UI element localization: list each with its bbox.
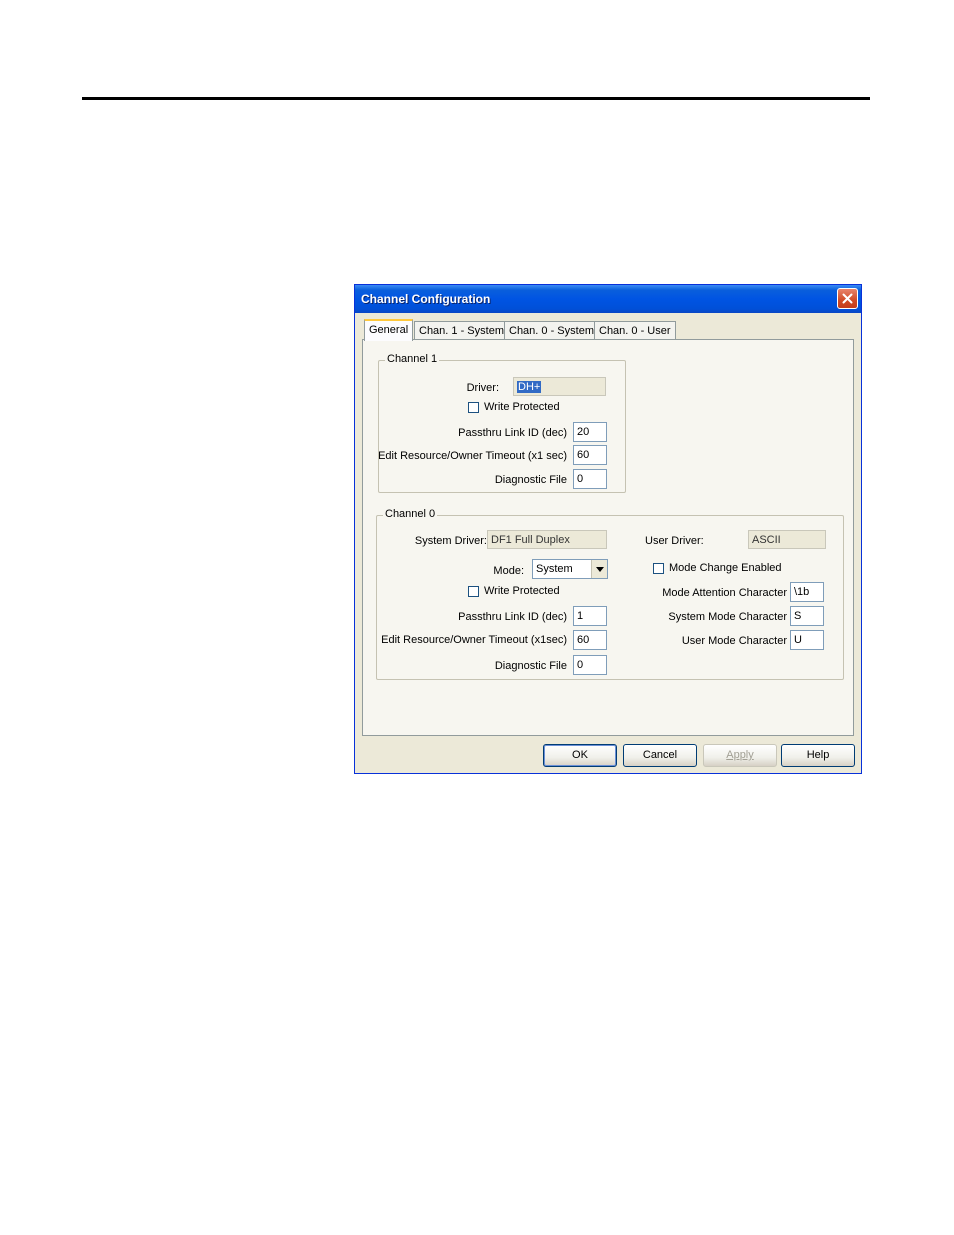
- channel1-driver-field: DH+: [513, 377, 606, 396]
- mode-attention-label: Mode Attention Character: [662, 587, 787, 599]
- tab-chan0-system[interactable]: Chan. 0 - System: [504, 321, 599, 340]
- dialog-title: Channel Configuration: [361, 292, 491, 306]
- channel0-passthru-label: Passthru Link ID (dec): [458, 611, 567, 623]
- channel0-passthru-input[interactable]: 1: [573, 606, 607, 626]
- channel1-diagnostic-label: Diagnostic File: [494, 474, 567, 486]
- channel1-timeout-input[interactable]: 60: [573, 445, 607, 465]
- channel0-timeout-input[interactable]: 60: [573, 630, 607, 650]
- tab-general[interactable]: General: [364, 319, 414, 341]
- channel1-passthru-label: Passthru Link ID (dec): [458, 427, 567, 439]
- system-driver-field: DF1 Full Duplex: [487, 530, 607, 549]
- channel0-diagnostic-label: Diagnostic File: [494, 660, 567, 672]
- channel1-write-protected-checkbox[interactable]: [468, 402, 479, 413]
- chevron-down-icon: [595, 566, 604, 572]
- cancel-button[interactable]: Cancel: [623, 744, 697, 767]
- channel1-passthru-input[interactable]: 20: [573, 422, 607, 442]
- user-driver-field: ASCII: [748, 530, 826, 549]
- channel0-write-protected-label: Write Protected: [484, 585, 560, 597]
- channel0-timeout-label: Edit Resource/Owner Timeout (x1sec): [381, 634, 567, 646]
- system-mode-character-input[interactable]: S: [790, 606, 824, 626]
- system-mode-character-label: System Mode Character: [668, 611, 787, 623]
- close-button[interactable]: [837, 288, 858, 309]
- channel1-timeout-label: Edit Resource/Owner Timeout (x1 sec): [378, 450, 567, 462]
- title-bar[interactable]: Channel Configuration: [355, 285, 861, 313]
- channel1-driver-value: DH+: [517, 381, 542, 393]
- user-mode-character-input[interactable]: U: [790, 630, 824, 650]
- channel1-diagnostic-input[interactable]: 0: [573, 469, 607, 489]
- close-icon: [842, 293, 853, 304]
- help-button[interactable]: Help: [781, 744, 855, 767]
- ok-button[interactable]: OK: [543, 744, 617, 767]
- channel1-write-protected-label: Write Protected: [484, 401, 560, 413]
- mode-select-value: System: [536, 563, 573, 575]
- apply-button-label: Apply: [726, 749, 754, 761]
- user-driver-label: User Driver:: [645, 535, 704, 547]
- mode-attention-input[interactable]: \1b: [790, 582, 824, 602]
- system-driver-label: System Driver:: [414, 535, 487, 547]
- tab-chan1-system[interactable]: Chan. 1 - System: [414, 321, 509, 340]
- channel0-diagnostic-input[interactable]: 0: [573, 655, 607, 675]
- tab-chan0-user[interactable]: Chan. 0 - User: [594, 321, 676, 340]
- channel0-write-protected-checkbox[interactable]: [468, 586, 479, 597]
- mode-select[interactable]: System: [532, 559, 608, 579]
- page-header-rule: [82, 97, 870, 100]
- mode-change-enabled-label: Mode Change Enabled: [669, 562, 782, 574]
- mode-label: Mode:: [493, 565, 524, 577]
- mode-change-enabled-checkbox[interactable]: [653, 563, 664, 574]
- channel1-legend: Channel 1: [385, 353, 440, 365]
- channel-configuration-dialog: Channel Configuration General Chan. 1 - …: [354, 284, 862, 774]
- user-mode-character-label: User Mode Character: [681, 635, 787, 647]
- mode-dropdown-button[interactable]: [591, 560, 607, 578]
- channel1-driver-label: Driver:: [466, 382, 499, 394]
- channel0-legend: Channel 0: [383, 508, 438, 520]
- apply-button[interactable]: Apply: [703, 744, 777, 767]
- general-tab-panel: Channel 1 Driver: DH+ Write Protected Pa…: [362, 339, 854, 736]
